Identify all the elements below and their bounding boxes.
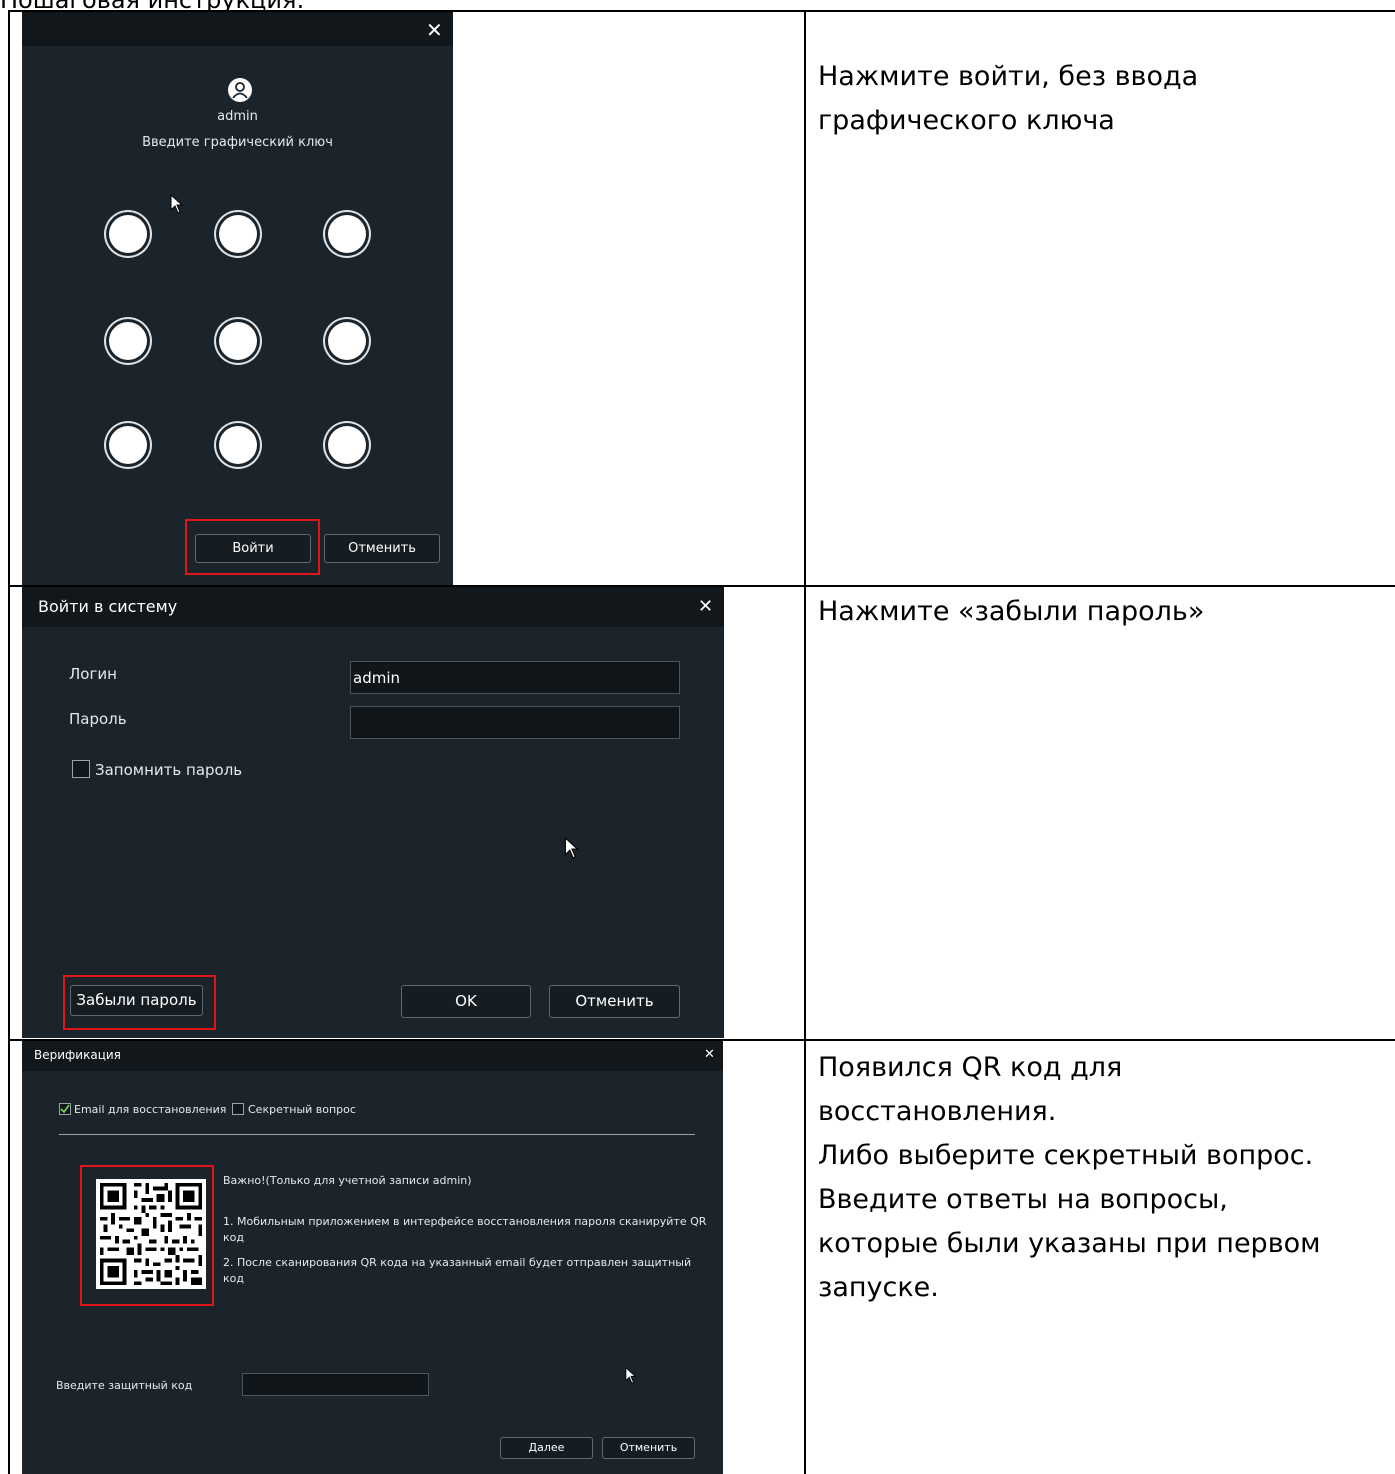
description-line: запуске. — [818, 1272, 939, 1303]
description-line: Нажмите войти, без ввода — [818, 61, 1199, 92]
username-label: admin — [217, 109, 258, 124]
remember-password-label: Запомнить пароль — [95, 761, 243, 779]
forgot-password-button[interactable]: Забыли пароль — [70, 985, 203, 1016]
description-line: графического ключа — [818, 105, 1115, 136]
login-button[interactable]: Войти — [195, 534, 311, 563]
mouse-cursor-icon — [564, 837, 579, 859]
pattern-dot[interactable] — [109, 215, 147, 253]
description-line: Либо выберите секретный вопрос. — [818, 1140, 1314, 1171]
close-icon[interactable]: ✕ — [698, 596, 713, 617]
qr-code-image — [96, 1179, 206, 1289]
step2-text-cont: код — [223, 1272, 244, 1285]
description-line: Нажмите «забыли пароль» — [818, 596, 1205, 627]
login-dialog-titlebar: Войти в систему — [22, 587, 724, 627]
remember-password-checkbox[interactable] — [72, 760, 90, 778]
close-icon[interactable]: ✕ — [426, 18, 443, 42]
cancel-button[interactable]: Отменить — [549, 985, 680, 1018]
description-line: восстановления. — [818, 1096, 1057, 1127]
mouse-cursor-icon — [170, 194, 184, 214]
section-divider — [59, 1134, 695, 1135]
email-recovery-checkbox[interactable] — [59, 1103, 71, 1115]
pattern-prompt: Введите графический ключ — [142, 135, 333, 150]
verification-dialog: Верификация ✕ Email для восстановления С… — [22, 1041, 723, 1474]
login-label: Логин — [69, 665, 117, 683]
table-divider-vertical — [804, 10, 806, 1474]
verify-dialog-titlebar: Верификация — [22, 1041, 723, 1071]
pattern-dot[interactable] — [109, 426, 147, 464]
next-button[interactable]: Далее — [500, 1437, 593, 1459]
qr-code-icon — [99, 1182, 203, 1286]
login-field-value: admin — [353, 669, 400, 687]
login-dialog: Войти в систему ✕ Логин admin Пароль Зап… — [22, 587, 724, 1038]
step1-text: 1. Мобильным приложением в интерфейсе во… — [223, 1215, 707, 1228]
cancel-button[interactable]: Отменить — [602, 1437, 695, 1459]
security-code-label: Введите защитный код — [56, 1379, 193, 1392]
security-code-field[interactable] — [242, 1373, 429, 1396]
description-line: Появился QR код для — [818, 1052, 1123, 1083]
pattern-dot[interactable] — [219, 322, 257, 360]
cancel-button[interactable]: Отменить — [324, 534, 440, 563]
secret-question-label: Секретный вопрос — [248, 1103, 356, 1116]
pattern-lock-dialog: ✕ admin Введите графический ключ Войти О… — [22, 12, 453, 585]
row2-description: Нажмите «забыли пароль» — [818, 590, 1204, 634]
description-line: которые были указаны при первом — [818, 1228, 1321, 1259]
step2-text: 2. После сканирования QR кода на указанн… — [223, 1256, 692, 1269]
close-icon[interactable]: ✕ — [704, 1047, 715, 1062]
password-label: Пароль — [69, 710, 127, 728]
description-line: Введите ответы на вопросы, — [818, 1184, 1228, 1215]
secret-question-checkbox[interactable] — [232, 1103, 244, 1115]
ok-button[interactable]: OK — [401, 985, 531, 1018]
dialog-title: Верификация — [34, 1048, 121, 1062]
important-notice: Важно!(Только для учетной записи admin) — [223, 1174, 472, 1187]
dialog-title: Войти в систему — [38, 597, 178, 616]
checkmark-icon — [60, 1104, 70, 1114]
pattern-dot[interactable] — [328, 426, 366, 464]
pattern-dot[interactable] — [328, 322, 366, 360]
table-border-left — [8, 10, 10, 1474]
mouse-cursor-icon — [625, 1367, 637, 1384]
pattern-dot[interactable] — [219, 426, 257, 464]
step1-text-cont: код — [223, 1231, 244, 1244]
pattern-dialog-titlebar — [22, 12, 453, 46]
pattern-dot[interactable] — [328, 215, 366, 253]
page-heading: Пошаговая инструкция: — [0, 0, 305, 14]
pattern-dot[interactable] — [219, 215, 257, 253]
pattern-dot[interactable] — [109, 322, 147, 360]
user-icon — [228, 78, 252, 102]
login-field[interactable]: admin — [350, 661, 680, 694]
password-field[interactable] — [350, 706, 680, 739]
row3-description: Появился QR код для восстановления. Либо… — [818, 1046, 1321, 1310]
email-recovery-label: Email для восстановления — [74, 1103, 227, 1116]
row1-description: Нажмите войти, без ввода графического кл… — [818, 55, 1198, 143]
